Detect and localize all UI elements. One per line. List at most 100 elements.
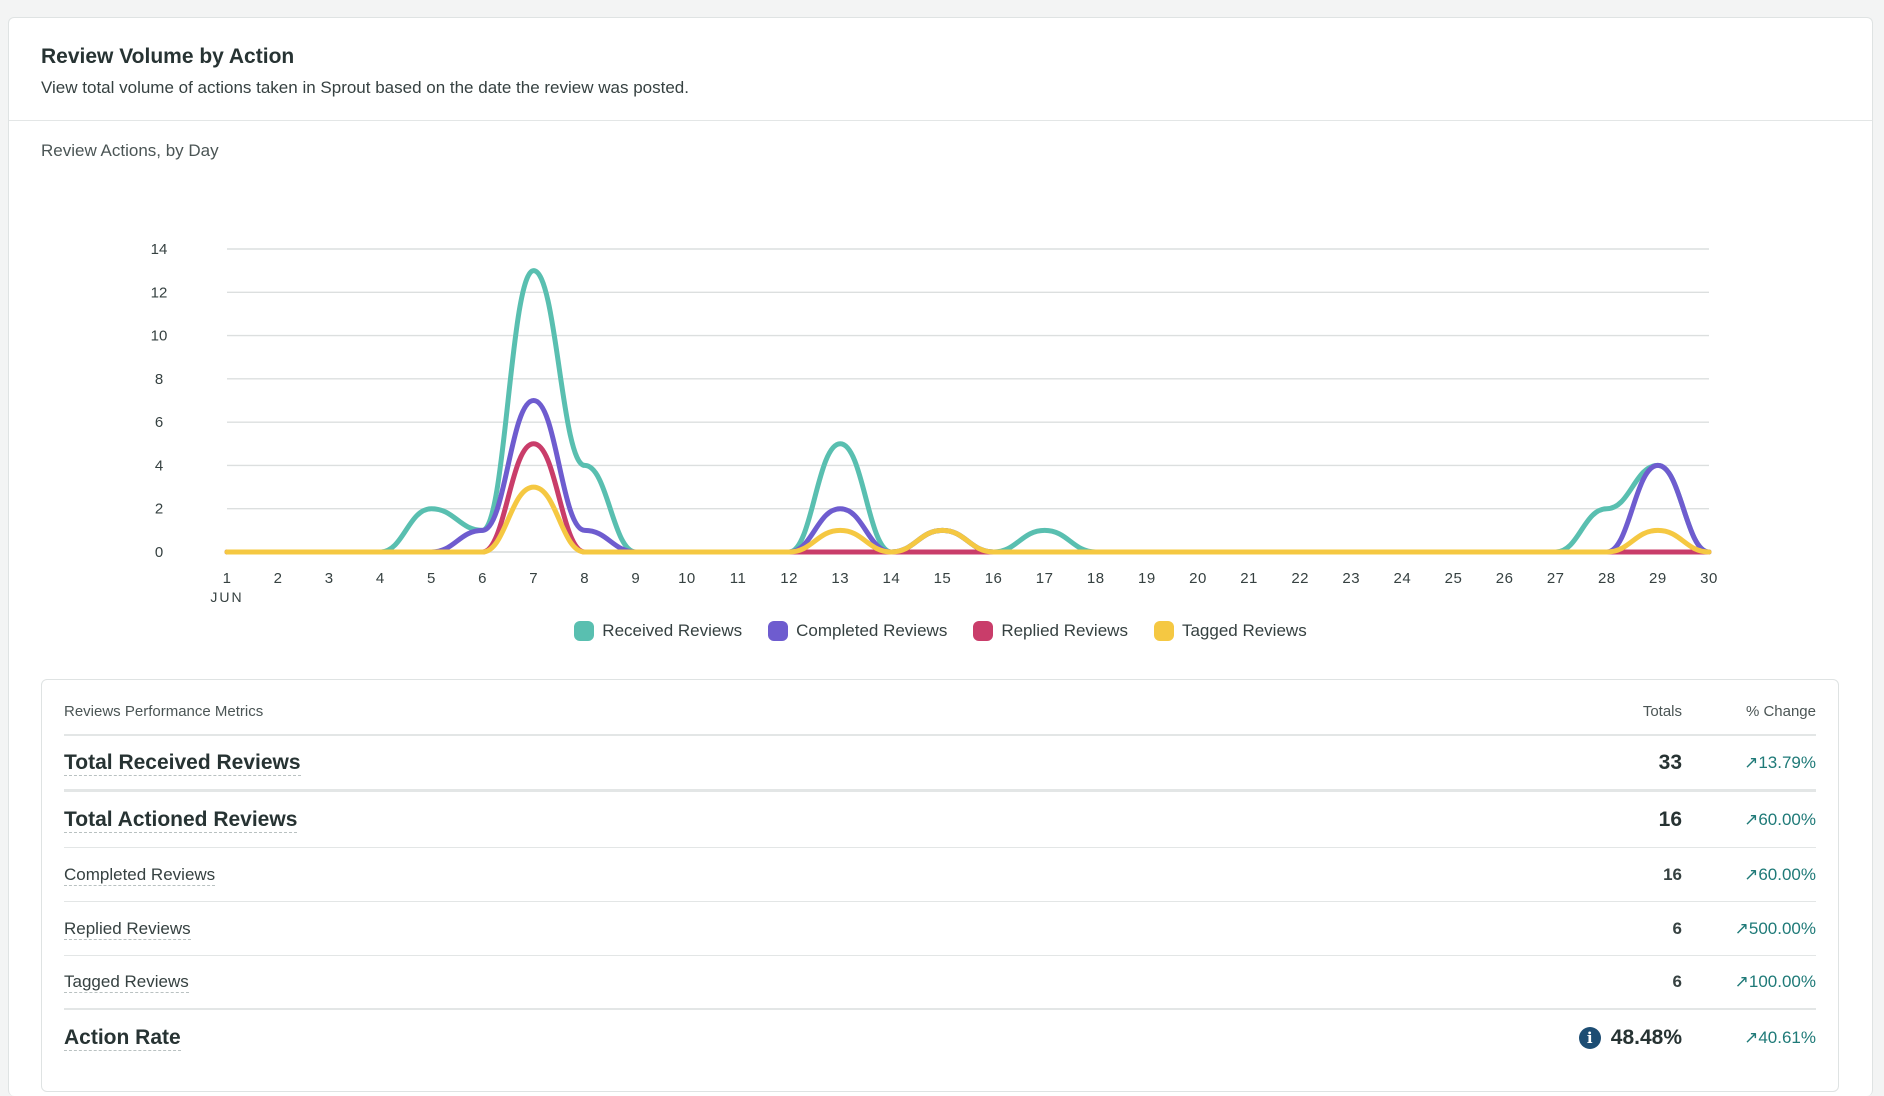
legend-label-received: Received Reviews [602, 621, 743, 640]
series-line-tagged-reviews [224, 484, 1712, 555]
metric-change-action-rate: ↗40.61% [1682, 1028, 1816, 1048]
x-tick-label: 2 [274, 570, 283, 587]
legend-label-completed: Completed Reviews [796, 621, 948, 640]
x-tick-label: 20 [1189, 570, 1207, 587]
legend-label-tagged: Tagged Reviews [1181, 621, 1307, 640]
metric-total-action-rate-value: 48.48% [1610, 1026, 1682, 1049]
metric-name-tagged[interactable]: Tagged Reviews [64, 972, 189, 993]
x-tick-label: 14 [883, 570, 901, 587]
metrics-row-tagged: Tagged Reviews 6 ↗100.00% [64, 956, 1816, 1010]
x-tick-label: 23 [1342, 570, 1360, 587]
x-tick-label: 30 [1700, 570, 1718, 587]
x-tick-label: 18 [1087, 570, 1105, 587]
x-tick-label: 8 [580, 570, 589, 587]
x-tick-label: 17 [1036, 570, 1054, 587]
series-line-replied-reviews [224, 441, 1712, 555]
series-line-completed-reviews [224, 398, 1712, 555]
x-tick-label: 1 [223, 570, 232, 587]
metric-change-completed: ↗60.00% [1682, 865, 1816, 885]
x-tick-label: 28 [1598, 570, 1616, 587]
x-tick-label: 21 [1240, 570, 1258, 587]
x-tick-label: 9 [631, 570, 640, 587]
metric-name-action-rate[interactable]: Action Rate [64, 1026, 181, 1051]
x-tick-label: 26 [1496, 570, 1514, 587]
x-tick-label: 7 [529, 570, 538, 587]
y-tick-label: 4 [155, 457, 163, 474]
metric-change-value: 13.79% [1758, 752, 1816, 772]
metrics-row-completed: Completed Reviews 16 ↗60.00% [64, 848, 1816, 902]
x-tick-label: 6 [478, 570, 487, 587]
metric-change-value: 40.61% [1758, 1028, 1816, 1047]
y-tick-label: 12 [151, 284, 168, 301]
x-tick-label: 27 [1547, 570, 1565, 587]
trend-up-arrow-icon: ↗ [1734, 972, 1749, 991]
metrics-header-row: Reviews Performance Metrics Totals % Cha… [64, 680, 1816, 736]
legend-item-tagged[interactable]: Tagged Reviews [1153, 621, 1307, 641]
x-tick-label: 5 [427, 570, 436, 587]
card-header: Review Volume by Action View total volum… [9, 18, 1872, 121]
metrics-header-totals: Totals [1642, 702, 1682, 720]
card-subtitle: View total volume of actions taken in Sp… [41, 78, 689, 97]
trend-up-arrow-icon: ↗ [1744, 809, 1759, 829]
y-tick-label: 14 [151, 241, 168, 258]
card-title: Review Volume by Action [41, 45, 295, 68]
metric-total-replied: 6 [1672, 918, 1682, 938]
info-icon[interactable]: i [1578, 1027, 1601, 1049]
x-month-label: JUN [210, 589, 243, 605]
metric-change-replied: ↗500.00% [1682, 919, 1816, 939]
metric-total-tagged: 6 [1672, 972, 1682, 991]
x-tick-label: 24 [1394, 570, 1412, 587]
y-tick-label: 8 [155, 371, 163, 388]
metrics-row-total-received: Total Received Reviews 33 ↗13.79% [64, 736, 1816, 792]
legend-label-replied: Replied Reviews [1001, 621, 1128, 640]
metric-name-total-actioned[interactable]: Total Actioned Reviews [64, 807, 298, 833]
metric-change-total-actioned: ↗60.00% [1682, 810, 1816, 830]
metric-total-completed: 16 [1663, 864, 1682, 884]
metrics-row-total-actioned: Total Actioned Reviews 16 ↗60.00% [64, 792, 1816, 848]
metrics-header-change: % Change [1745, 702, 1816, 720]
review-volume-card: Review Volume by Action View total volum… [8, 17, 1873, 1096]
legend-item-received[interactable]: Received Reviews [574, 621, 742, 641]
legend-item-completed[interactable]: Completed Reviews [768, 621, 947, 641]
x-tick-label: 3 [325, 570, 334, 587]
metric-total-total-actioned: 16 [1658, 807, 1682, 831]
x-tick-label: 19 [1138, 570, 1156, 587]
trend-up-arrow-icon: ↗ [1744, 1028, 1759, 1047]
x-tick-label: 4 [376, 570, 385, 587]
x-tick-label: 12 [780, 570, 798, 587]
metric-name-replied[interactable]: Replied Reviews [64, 918, 191, 940]
metrics-header-name: Reviews Performance Metrics [64, 702, 264, 720]
metrics-table: Reviews Performance Metrics Totals % Cha… [41, 679, 1839, 1092]
legend-swatch-replied [973, 621, 994, 641]
metric-change-value: 100.00% [1748, 972, 1816, 991]
legend-swatch-received [574, 621, 595, 641]
metric-name-total-received[interactable]: Total Received Reviews [64, 750, 301, 776]
metric-total-action-rate: i 48.48% [1482, 1026, 1682, 1050]
x-tick-label: 29 [1649, 570, 1667, 587]
metrics-row-action-rate: Action Rate i 48.48% ↗40.61% [64, 1010, 1816, 1066]
x-tick-label: 15 [934, 570, 952, 587]
legend-swatch-completed [768, 621, 789, 641]
y-tick-label: 10 [151, 328, 168, 345]
x-tick-label: 10 [678, 570, 696, 587]
x-tick-label: 25 [1445, 570, 1463, 587]
metric-change-total-received: ↗13.79% [1682, 753, 1816, 773]
x-tick-label: 13 [831, 570, 849, 587]
y-tick-label: 6 [155, 414, 163, 431]
trend-up-arrow-icon: ↗ [1744, 752, 1759, 772]
trend-up-arrow-icon: ↗ [1744, 864, 1759, 884]
metric-change-tagged: ↗100.00% [1682, 972, 1816, 992]
metrics-row-replied: Replied Reviews 6 ↗500.00% [64, 902, 1816, 956]
metric-change-value: 60.00% [1758, 864, 1816, 884]
series-line-received-reviews [224, 268, 1712, 555]
metric-change-value: 60.00% [1758, 809, 1816, 829]
metric-name-completed[interactable]: Completed Reviews [64, 864, 216, 886]
trend-up-arrow-icon: ↗ [1734, 918, 1749, 938]
chart-legend: Received Reviews Completed Reviews Repli… [9, 621, 1872, 641]
chart-label: Review Actions, by Day [41, 141, 219, 160]
y-tick-label: 0 [155, 544, 163, 561]
review-actions-line-chart: 024681012141 2 3 4 5 6 7 8 9 10 11 12 13 14 15 16 17 18 19… [151, 241, 1718, 605]
legend-item-replied[interactable]: Replied Reviews [973, 621, 1128, 641]
metric-change-value: 500.00% [1748, 918, 1816, 938]
x-tick-label: 11 [730, 570, 747, 587]
